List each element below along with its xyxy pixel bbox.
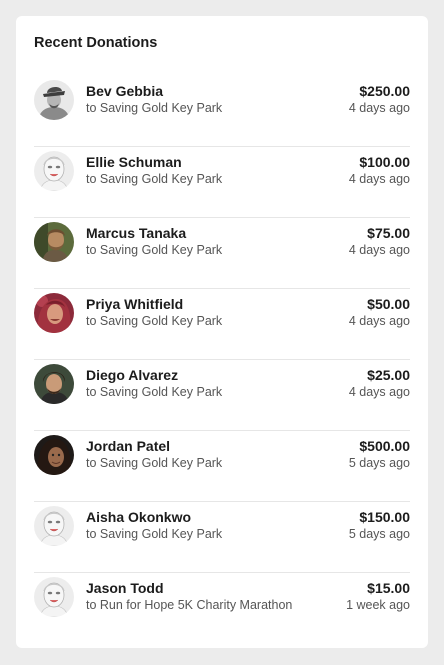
donor-name: Jason Todd bbox=[86, 580, 164, 596]
avatar bbox=[34, 222, 74, 262]
campaign-name: to Run for Hope 5K Charity Marathon bbox=[86, 598, 293, 612]
avatar bbox=[34, 577, 74, 617]
donation-time: 5 days ago bbox=[348, 456, 410, 470]
campaign-name: to Saving Gold Key Park bbox=[86, 101, 223, 115]
donation-time: 1 week ago bbox=[346, 598, 410, 612]
donation-amount: $100.00 bbox=[359, 154, 410, 170]
donation-row[interactable]: Ellie Schuman to Saving Gold Key Park $1… bbox=[34, 147, 410, 218]
donation-amount: $75.00 bbox=[367, 225, 410, 241]
donation-amount: $25.00 bbox=[367, 367, 410, 383]
avatar bbox=[34, 293, 74, 333]
avatar-bearded-photo-icon bbox=[34, 222, 74, 262]
avatar-default-face-icon bbox=[34, 577, 74, 617]
donation-time: 4 days ago bbox=[348, 243, 410, 257]
donation-row[interactable]: Bev Gebbia to Saving Gold Key Park $250.… bbox=[34, 76, 410, 147]
donor-name: Diego Alvarez bbox=[86, 367, 179, 383]
avatar-hat-photo-icon bbox=[34, 80, 74, 120]
avatar-curly-hair-photo-icon bbox=[34, 364, 74, 404]
donation-row[interactable]: Marcus Tanaka to Saving Gold Key Park $7… bbox=[34, 218, 410, 289]
avatar-default-face-icon bbox=[34, 151, 74, 191]
donation-row[interactable]: Priya Whitfield to Saving Gold Key Park … bbox=[34, 289, 410, 360]
avatar bbox=[34, 80, 74, 120]
campaign-name: to Saving Gold Key Park bbox=[86, 314, 223, 328]
avatar bbox=[34, 364, 74, 404]
donation-list: Bev Gebbia to Saving Gold Key Park $250.… bbox=[34, 76, 410, 643]
donation-time: 5 days ago bbox=[348, 527, 410, 541]
avatar bbox=[34, 435, 74, 475]
card-title: Recent Donations bbox=[34, 35, 158, 51]
avatar-default-face-icon bbox=[34, 506, 74, 546]
campaign-name: to Saving Gold Key Park bbox=[86, 456, 223, 470]
recent-donations-card: Recent Donations Bev Gebbia to Saving Go… bbox=[16, 16, 428, 648]
donation-amount: $50.00 bbox=[367, 296, 410, 312]
donor-name: Bev Gebbia bbox=[86, 83, 164, 99]
campaign-name: to Saving Gold Key Park bbox=[86, 385, 223, 399]
donation-amount: $250.00 bbox=[359, 83, 410, 99]
donor-name: Jordan Patel bbox=[86, 438, 171, 454]
donation-row[interactable]: Diego Alvarez to Saving Gold Key Park $2… bbox=[34, 360, 410, 431]
donor-name: Priya Whitfield bbox=[86, 296, 184, 312]
campaign-name: to Saving Gold Key Park bbox=[86, 527, 223, 541]
donation-row[interactable]: Jason Todd to Run for Hope 5K Charity Ma… bbox=[34, 573, 410, 643]
campaign-name: to Saving Gold Key Park bbox=[86, 172, 223, 186]
donation-row[interactable]: Aisha Okonkwo to Saving Gold Key Park $1… bbox=[34, 502, 410, 573]
donation-amount: $15.00 bbox=[367, 580, 410, 596]
donation-amount: $150.00 bbox=[359, 509, 410, 525]
donation-time: 4 days ago bbox=[348, 314, 410, 328]
avatar-dark-hair-photo-icon bbox=[34, 435, 74, 475]
donor-name: Marcus Tanaka bbox=[86, 225, 187, 241]
donor-name: Aisha Okonkwo bbox=[86, 509, 192, 525]
campaign-name: to Saving Gold Key Park bbox=[86, 243, 223, 257]
donation-amount: $500.00 bbox=[359, 438, 410, 454]
donation-time: 4 days ago bbox=[348, 385, 410, 399]
donation-time: 4 days ago bbox=[348, 101, 410, 115]
donation-row[interactable]: Jordan Patel to Saving Gold Key Park $50… bbox=[34, 431, 410, 502]
donation-time: 4 days ago bbox=[348, 172, 410, 186]
donor-name: Ellie Schuman bbox=[86, 154, 182, 170]
avatar bbox=[34, 151, 74, 191]
avatar-red-hair-photo-icon bbox=[34, 293, 74, 333]
avatar bbox=[34, 506, 74, 546]
